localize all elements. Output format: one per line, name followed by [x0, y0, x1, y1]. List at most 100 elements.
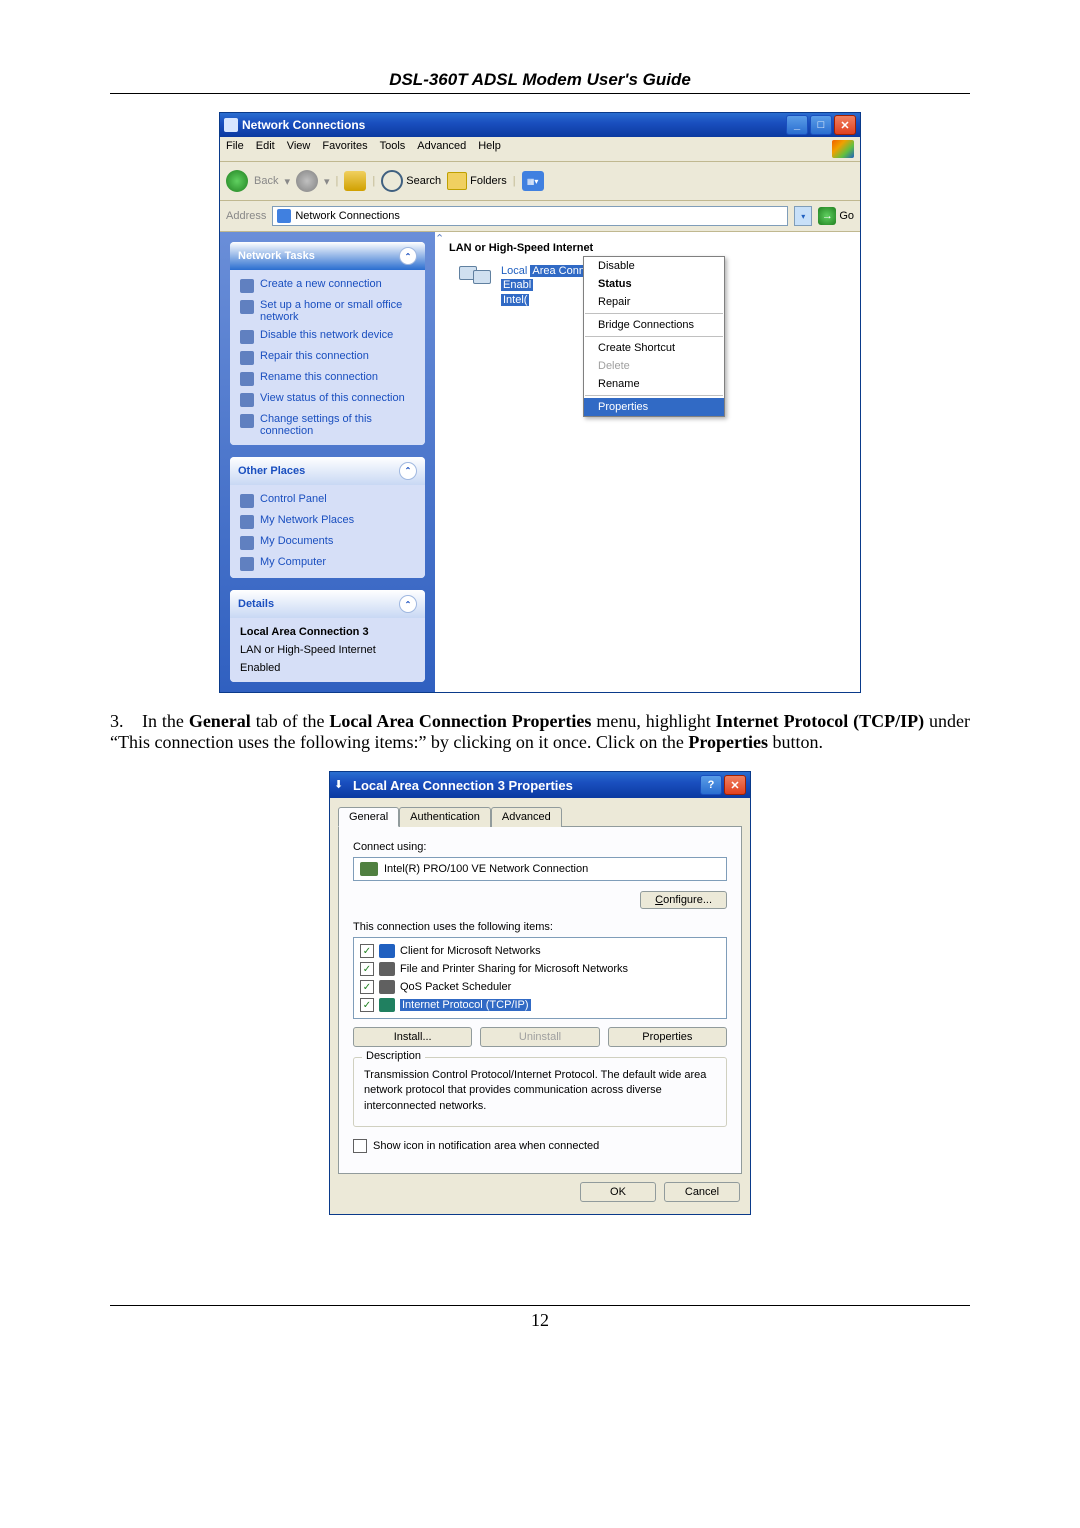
search-icon	[381, 170, 403, 192]
menu-file[interactable]: File	[226, 140, 244, 158]
menu-create-shortcut[interactable]: Create Shortcut	[584, 339, 724, 357]
uninstall-button: Uninstall	[480, 1027, 599, 1047]
menu-disable[interactable]: Disable	[584, 257, 724, 275]
instruction-step-3: 3.In the General tab of the Local Area C…	[110, 711, 970, 753]
menu-edit[interactable]: Edit	[256, 140, 275, 158]
cancel-button[interactable]: Cancel	[664, 1182, 740, 1202]
collapse-icon[interactable]: ⌃	[399, 595, 417, 613]
show-icon-checkbox[interactable]: Show icon in notification area when conn…	[353, 1139, 727, 1153]
menu-properties[interactable]: Properties	[584, 398, 724, 416]
nic-icon	[360, 862, 378, 876]
page-header: DSL-360T ADSL Modem User's Guide	[110, 70, 970, 94]
close-button[interactable]: ✕	[834, 115, 856, 135]
task-view-status[interactable]: View status of this connection	[240, 392, 415, 407]
component-icon	[379, 962, 395, 976]
item-file-printer-sharing[interactable]: ✓ File and Printer Sharing for Microsoft…	[354, 960, 726, 978]
connection-icon	[459, 264, 493, 294]
context-menu: Disable Status Repair Bridge Connections…	[583, 256, 725, 417]
windows-logo-icon	[832, 140, 854, 158]
up-folder-button[interactable]	[344, 171, 366, 191]
folder-icon	[447, 172, 467, 190]
app-icon	[224, 118, 238, 132]
panel-title: Network Tasks	[238, 250, 315, 262]
tab-authentication[interactable]: Authentication	[399, 807, 491, 827]
tab-general[interactable]: General	[338, 807, 399, 827]
task-icon	[240, 372, 254, 386]
back-label: Back	[254, 175, 278, 187]
menu-help[interactable]: Help	[478, 140, 501, 158]
place-control-panel[interactable]: Control Panel	[240, 493, 415, 508]
menu-tools[interactable]: Tools	[380, 140, 406, 158]
network-tasks-panel: Network Tasks ⌃ Create a new connection …	[230, 242, 425, 445]
menu-repair[interactable]: Repair	[584, 293, 724, 311]
task-rename[interactable]: Rename this connection	[240, 371, 415, 386]
item-client-ms-networks[interactable]: ✓ Client for Microsoft Networks	[354, 942, 726, 960]
menu-rename[interactable]: Rename	[584, 375, 724, 393]
properties-button[interactable]: Properties	[608, 1027, 727, 1047]
other-places-panel: Other Places⌃ Control Panel My Network P…	[230, 457, 425, 579]
task-change-settings[interactable]: Change settings of this connection	[240, 413, 415, 437]
tab-advanced[interactable]: Advanced	[491, 807, 562, 827]
menu-separator	[585, 395, 723, 396]
collapse-icon[interactable]: ⌃	[399, 462, 417, 480]
toolbar: Back ▾ ▾ | | Search Folders | ▦▾	[220, 162, 860, 201]
place-network-places[interactable]: My Network Places	[240, 514, 415, 529]
collapse-icon[interactable]: ⌃	[399, 247, 417, 265]
place-icon	[240, 494, 254, 508]
go-arrow-icon: →	[818, 207, 836, 225]
address-label: Address	[226, 210, 266, 222]
description-group: Description Transmission Control Protoco…	[353, 1057, 727, 1127]
items-listbox[interactable]: ✓ Client for Microsoft Networks ✓ File a…	[353, 937, 727, 1019]
details-panel: Details⌃ Local Area Connection 3 LAN or …	[230, 590, 425, 682]
task-create-connection[interactable]: Create a new connection	[240, 278, 415, 293]
address-dropdown[interactable]: ▾	[794, 206, 812, 226]
tab-bar: General Authentication Advanced	[330, 798, 750, 826]
checkbox-icon[interactable]	[353, 1139, 367, 1153]
address-field[interactable]: Network Connections	[272, 206, 788, 226]
task-icon	[240, 414, 254, 428]
task-setup-network[interactable]: Set up a home or small office network	[240, 299, 415, 323]
scroll-up-icon[interactable]: ⌃	[435, 232, 449, 246]
forward-button[interactable]	[296, 170, 318, 192]
menu-status[interactable]: Status	[584, 275, 724, 293]
place-my-computer[interactable]: My Computer	[240, 556, 415, 571]
views-button[interactable]: ▦▾	[522, 171, 544, 191]
back-button[interactable]	[226, 170, 248, 192]
task-icon	[240, 330, 254, 344]
search-button[interactable]: Search	[381, 170, 441, 192]
place-icon	[240, 515, 254, 529]
task-icon	[240, 279, 254, 293]
help-button[interactable]: ?	[700, 775, 722, 795]
maximize-button[interactable]: □	[810, 115, 832, 135]
component-icon	[379, 998, 395, 1012]
minimize-button[interactable]: _	[786, 115, 808, 135]
install-button[interactable]: Install...	[353, 1027, 472, 1047]
category-header: LAN or High-Speed Internet	[449, 242, 854, 254]
checkbox-icon[interactable]: ✓	[360, 998, 374, 1012]
menu-favorites[interactable]: Favorites	[322, 140, 367, 158]
checkbox-icon[interactable]: ✓	[360, 944, 374, 958]
go-button[interactable]: →Go	[818, 207, 854, 225]
group-label: Description	[362, 1050, 425, 1062]
app-icon: ⬇	[334, 778, 348, 792]
close-button[interactable]: ✕	[724, 775, 746, 795]
titlebar: ⬇ Local Area Connection 3 Properties ? ✕	[330, 772, 750, 798]
item-tcpip[interactable]: ✓ Internet Protocol (TCP/IP)	[354, 996, 726, 1014]
item-qos-scheduler[interactable]: ✓ QoS Packet Scheduler	[354, 978, 726, 996]
ok-button[interactable]: OK	[580, 1182, 656, 1202]
task-repair[interactable]: Repair this connection	[240, 350, 415, 365]
checkbox-icon[interactable]: ✓	[360, 962, 374, 976]
menu-view[interactable]: View	[287, 140, 311, 158]
folders-button[interactable]: Folders	[447, 172, 507, 190]
nic-name: Intel(R) PRO/100 VE Network Connection	[384, 863, 588, 875]
place-my-documents[interactable]: My Documents	[240, 535, 415, 550]
folder-glyph-icon	[277, 209, 291, 223]
tab-content: Connect using: Intel(R) PRO/100 VE Netwo…	[338, 826, 742, 1174]
menu-advanced[interactable]: Advanced	[417, 140, 466, 158]
checkbox-icon[interactable]: ✓	[360, 980, 374, 994]
menu-bar: File Edit View Favorites Tools Advanced …	[220, 137, 860, 162]
component-icon	[379, 980, 395, 994]
task-disable-device[interactable]: Disable this network device	[240, 329, 415, 344]
menu-bridge[interactable]: Bridge Connections	[584, 316, 724, 334]
configure-button[interactable]: Configure...	[640, 891, 727, 909]
